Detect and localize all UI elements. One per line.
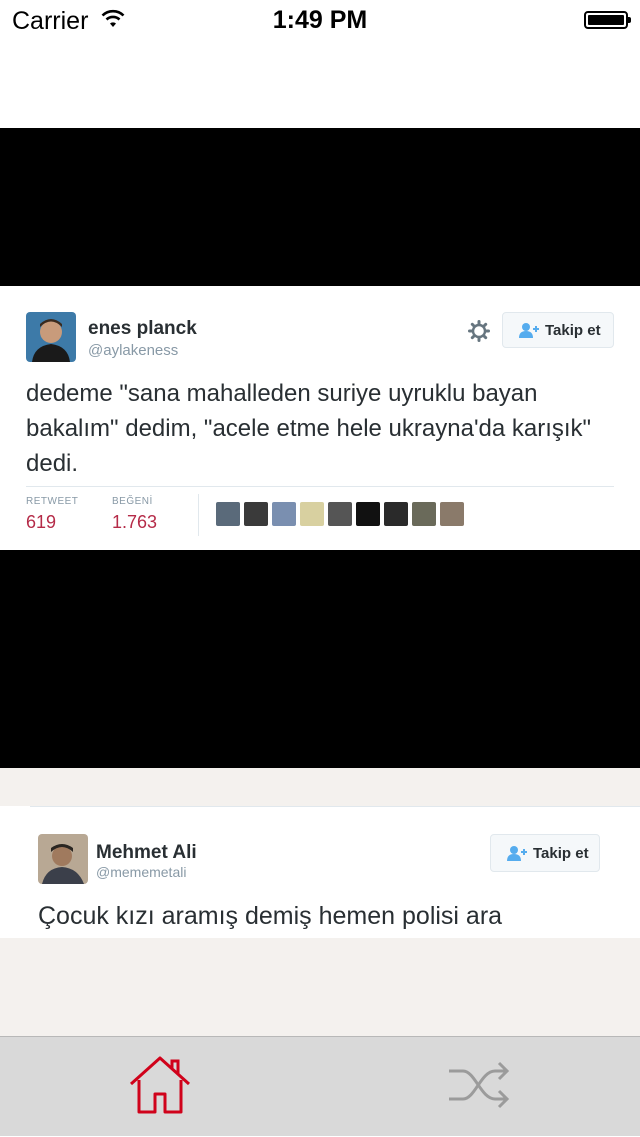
liker-avatar: [412, 502, 436, 526]
retweet-count: 619: [26, 512, 57, 532]
author-handle: @aylakeness: [88, 342, 179, 359]
author-name: Mehmet Ali: [96, 842, 197, 863]
liker-avatar: [328, 502, 352, 526]
tab-bar: [0, 1036, 640, 1136]
liker-avatar: [216, 502, 240, 526]
clock-time: 1:49 PM: [272, 6, 368, 34]
battery-icon: [584, 11, 631, 29]
tab-shuffle[interactable]: [320, 1037, 640, 1137]
avatar: [26, 312, 76, 362]
author-handle: @mememetali: [96, 864, 187, 880]
liker-avatar: [244, 502, 268, 526]
liker-avatar: [272, 502, 296, 526]
shuffle-icon: [445, 1057, 515, 1118]
liker-avatar: [300, 502, 324, 526]
follow-button: Takip et: [490, 834, 600, 872]
liker-avatar: [356, 502, 380, 526]
tab-home[interactable]: [0, 1037, 320, 1137]
gear-icon: [468, 320, 490, 347]
like-count: 1.763: [112, 512, 158, 532]
home-icon: [127, 1054, 193, 1121]
tweet-card: enes planck @aylakeness Takip et dedeme …: [0, 286, 640, 550]
liker-avatars: [216, 502, 464, 528]
divider: [30, 806, 640, 807]
liker-avatar: [440, 502, 464, 526]
post-image[interactable]: enes planck @aylakeness Takip et dedeme …: [0, 128, 640, 768]
like-label: BEĞENİ: [112, 496, 153, 507]
follow-button: Takip et: [502, 312, 614, 348]
post-image[interactable]: Mehmet Ali @mememetali Takip et Çocuk kı…: [0, 806, 640, 938]
divider: [26, 486, 614, 487]
follow-label: Takip et: [533, 845, 589, 862]
retweet-label: RETWEET: [26, 496, 79, 507]
status-bar: Carrier 1:49 PM: [0, 0, 640, 40]
tweet-text: dedeme "sana mahalleden suriye uyruklu b…: [26, 380, 592, 477]
liker-avatar: [384, 502, 408, 526]
avatar: [38, 834, 88, 884]
follow-label: Takip et: [545, 322, 601, 339]
author-name: enes planck: [88, 318, 197, 339]
tweet-text: Çocuk kızı aramış demiş hemen polisi ara: [38, 902, 503, 930]
add-user-icon: [507, 845, 529, 866]
stats-separator: [198, 494, 199, 536]
add-user-icon: [519, 322, 541, 343]
